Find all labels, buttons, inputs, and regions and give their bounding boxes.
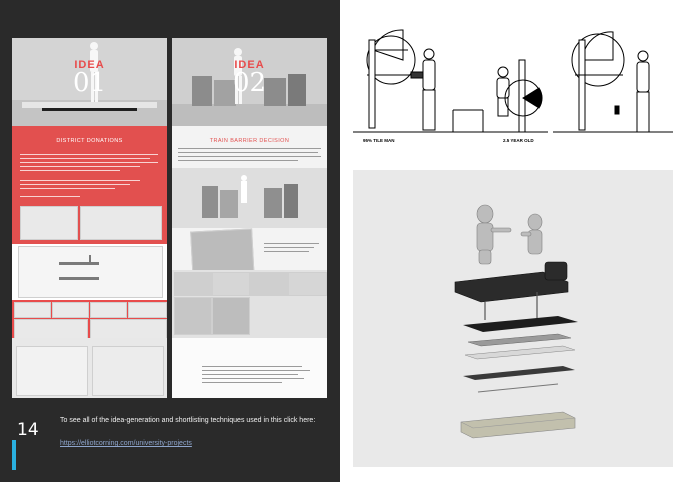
final-notes (172, 338, 327, 398)
idea-02-panel: IDEA 02 TRAIN BARRIER DECISION (172, 38, 327, 338)
accent-bar (12, 440, 16, 470)
section-title: TRAIN BARRIER DECISION (209, 138, 290, 144)
left-page: IDEA 01 DISTRICT DONATIONS IDEA 02 TRAIN… (0, 0, 340, 482)
exploded-render (353, 170, 673, 467)
ergonomic-drawing: 95% TILE MAN 2.5 YEAR OLD (353, 29, 673, 143)
barrier-model-photo (172, 168, 327, 228)
sketch-thumbnail (20, 206, 78, 240)
section-title: DISTRICT DONATIONS (56, 138, 123, 144)
description-text (172, 126, 327, 166)
drawing-label: 2.5 YEAR OLD (503, 138, 534, 143)
drawing-label: 95% TILE MAN (363, 138, 395, 143)
sketch-thumbnail (80, 206, 162, 240)
caption-text: To see all of the idea-generation and sh… (60, 417, 316, 424)
page-number: 14 (17, 420, 39, 440)
idea-number: 01 (72, 68, 107, 98)
photo-strip (12, 300, 167, 338)
exploded-assembly-render (454, 204, 578, 439)
portfolio-link[interactable]: https://elliotcorning.com/university-pro… (60, 440, 192, 447)
idea-number: 02 (232, 68, 267, 98)
idea-01-panel: IDEA 01 DISTRICT DONATIONS (12, 38, 167, 338)
idea-01-hero-photo: IDEA 01 (12, 38, 167, 126)
bench-sketches (12, 338, 167, 398)
idea-02-hero-photo: IDEA 02 (172, 38, 327, 126)
photo-grid (172, 270, 327, 338)
sketch-sheet (18, 246, 163, 298)
